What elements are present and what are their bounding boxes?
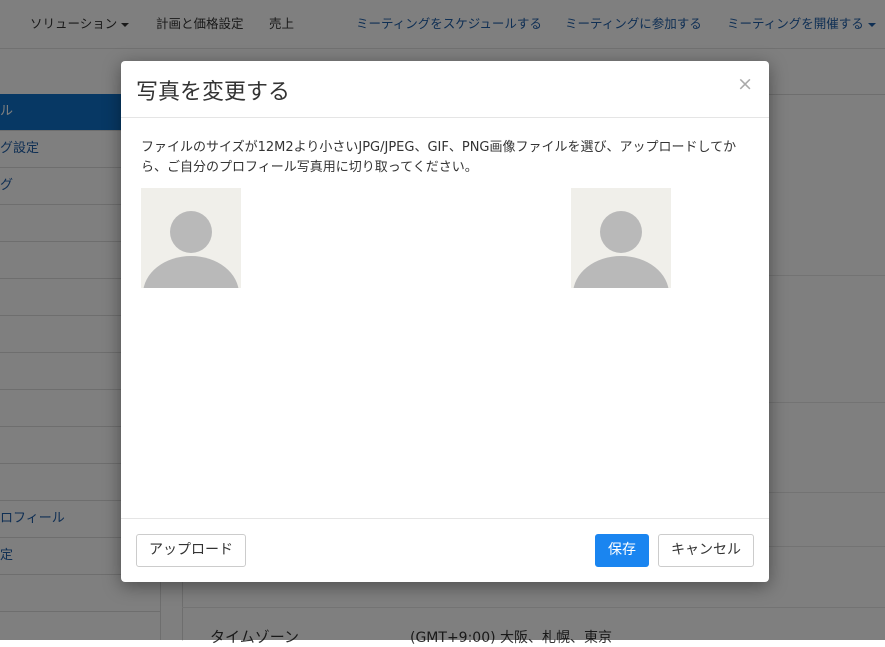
dialog-footer: アップロード 保存 キャンセル [121, 518, 769, 583]
avatar-preview [571, 188, 671, 288]
close-icon[interactable]: × [737, 75, 753, 94]
upload-instructions: ファイルのサイズが12M2より小さいJPG/JPEG、GIF、PNG画像ファイル… [141, 140, 737, 175]
dialog-title: 写真を変更する [136, 80, 291, 105]
avatar-placeholder-icon [143, 211, 239, 288]
dialog-header: 写真を変更する × [121, 61, 769, 118]
crop-source-avatar [141, 188, 241, 288]
avatar-placeholder-icon [573, 211, 669, 288]
cancel-button[interactable]: キャンセル [658, 534, 754, 567]
change-photo-dialog: 写真を変更する × ファイルのサイズが12M2より小さいJPG/JPEG、GIF… [121, 61, 769, 582]
upload-button[interactable]: アップロード [136, 534, 246, 567]
save-button[interactable]: 保存 [595, 534, 649, 567]
